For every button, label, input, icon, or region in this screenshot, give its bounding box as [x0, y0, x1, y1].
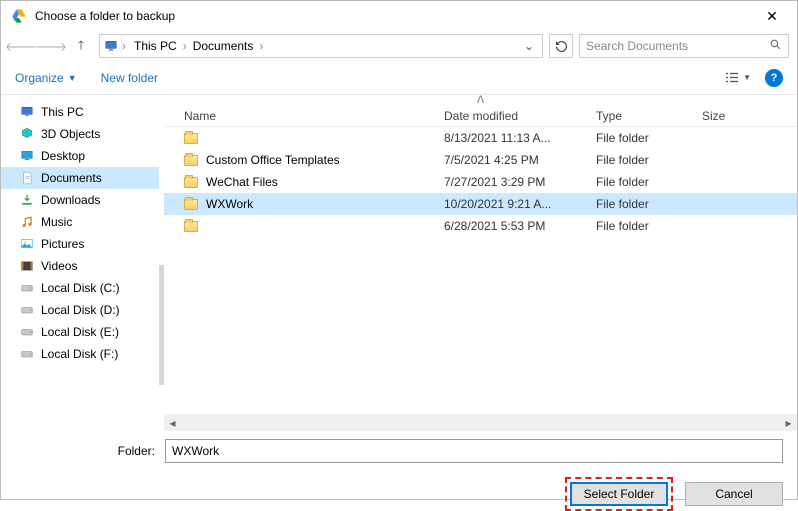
- search-icon: [769, 38, 782, 54]
- window-title: Choose a folder to backup: [35, 9, 757, 23]
- disk-icon: [19, 347, 35, 361]
- up-button[interactable]: 🡑: [69, 34, 93, 58]
- new-folder-button[interactable]: New folder: [101, 71, 158, 85]
- splitter[interactable]: [159, 95, 164, 431]
- view-options-button[interactable]: ▼: [724, 71, 751, 84]
- sidebar-item-local-disk-f-[interactable]: Local Disk (F:): [1, 343, 159, 365]
- file-name: WeChat Files: [206, 175, 278, 189]
- file-name: Custom Office Templates: [206, 153, 340, 167]
- file-row[interactable]: WXWork 10/20/2021 9:21 A...File folder: [164, 193, 797, 215]
- column-date[interactable]: Date modified: [444, 109, 596, 123]
- file-date: 7/5/2021 4:25 PM: [444, 153, 596, 167]
- address-bar[interactable]: › This PC › Documents › ⌄: [99, 34, 543, 58]
- sidebar-item-3d-objects[interactable]: 3D Objects: [1, 123, 159, 145]
- toolbar: Organize ▼ New folder ▼ ?: [1, 61, 797, 95]
- search-placeholder: Search Documents: [586, 39, 688, 53]
- file-list: ᐱ Name Date modified Type Size 8/13/2021…: [164, 95, 797, 431]
- navigation-bar: 🡐 🡒 🡑 › This PC › Documents › ⌄ Search D…: [1, 31, 797, 61]
- back-button[interactable]: 🡐: [9, 34, 33, 58]
- column-size[interactable]: Size: [702, 109, 772, 123]
- titlebar: Choose a folder to backup ✕: [1, 1, 797, 31]
- scroll-left-icon[interactable]: ◂: [164, 414, 181, 431]
- pc-icon: [19, 105, 35, 119]
- forward-button[interactable]: 🡒: [39, 34, 63, 58]
- folder-label: Folder:: [15, 444, 155, 458]
- folder-icon: [184, 177, 198, 188]
- main-body: This PC3D ObjectsDesktopDocumentsDownloa…: [1, 95, 797, 431]
- chevron-right-icon: ›: [183, 39, 187, 53]
- sort-indicator-icon: ᐱ: [164, 95, 797, 105]
- sidebar-item-local-disk-e-[interactable]: Local Disk (E:): [1, 321, 159, 343]
- sidebar-item-downloads[interactable]: Downloads: [1, 189, 159, 211]
- desktop-icon: [19, 149, 35, 163]
- column-name[interactable]: Name: [164, 109, 444, 123]
- highlight-annotation: Select Folder: [565, 477, 673, 511]
- horizontal-scrollbar[interactable]: ◂ ▸: [164, 414, 797, 431]
- pc-icon: [100, 35, 122, 57]
- sidebar-item-music[interactable]: Music: [1, 211, 159, 233]
- file-date: 8/13/2021 11:13 A...: [444, 131, 596, 145]
- footer: Folder: Select Folder Cancel: [1, 431, 797, 511]
- sidebar-item-local-disk-d-[interactable]: Local Disk (D:): [1, 299, 159, 321]
- sidebar-item-pictures[interactable]: Pictures: [1, 233, 159, 255]
- file-row[interactable]: WeChat Files 7/27/2021 3:29 PMFile folder: [164, 171, 797, 193]
- file-date: 6/28/2021 5:53 PM: [444, 219, 596, 233]
- column-type[interactable]: Type: [596, 109, 702, 123]
- file-type: File folder: [596, 153, 702, 167]
- disk-icon: [19, 281, 35, 295]
- breadcrumb-this-pc[interactable]: This PC: [130, 39, 181, 53]
- chevron-right-icon: ›: [259, 39, 263, 53]
- downloads-icon: [19, 193, 35, 207]
- file-type: File folder: [596, 219, 702, 233]
- sidebar-item-desktop[interactable]: Desktop: [1, 145, 159, 167]
- disk-icon: [19, 303, 35, 317]
- folder-icon: [184, 155, 198, 166]
- videos-icon: [19, 259, 35, 273]
- file-type: File folder: [596, 131, 702, 145]
- dropdown-caret-icon: ▼: [68, 73, 77, 83]
- music-icon: [19, 215, 35, 229]
- folder-icon: [184, 221, 198, 232]
- address-dropdown[interactable]: ⌄: [516, 39, 542, 53]
- file-type: File folder: [596, 175, 702, 189]
- file-date: 7/27/2021 3:29 PM: [444, 175, 596, 189]
- folder-name-input[interactable]: [165, 439, 783, 463]
- file-row[interactable]: Custom Office Templates 7/5/2021 4:25 PMF…: [164, 149, 797, 171]
- close-button[interactable]: ✕: [757, 8, 787, 25]
- column-headers: Name Date modified Type Size: [164, 105, 797, 127]
- folder-icon: [184, 199, 198, 210]
- help-button[interactable]: ?: [765, 69, 783, 87]
- file-type: File folder: [596, 197, 702, 211]
- sidebar-item-this-pc[interactable]: This PC: [1, 101, 159, 123]
- folder-icon: [184, 133, 198, 144]
- search-input[interactable]: Search Documents: [579, 34, 789, 58]
- scroll-right-icon[interactable]: ▸: [780, 414, 797, 431]
- google-drive-icon: [11, 8, 27, 24]
- file-name: WXWork: [206, 197, 253, 211]
- sidebar-item-local-disk-c-[interactable]: Local Disk (C:): [1, 277, 159, 299]
- file-row[interactable]: 6/28/2021 5:53 PMFile folder: [164, 215, 797, 237]
- sidebar: This PC3D ObjectsDesktopDocumentsDownloa…: [1, 95, 159, 431]
- pictures-icon: [19, 237, 35, 251]
- cancel-button[interactable]: Cancel: [685, 482, 783, 506]
- sidebar-item-documents[interactable]: Documents: [1, 167, 159, 189]
- documents-icon: [19, 171, 35, 185]
- sidebar-item-videos[interactable]: Videos: [1, 255, 159, 277]
- breadcrumb-documents[interactable]: Documents: [189, 39, 258, 53]
- file-date: 10/20/2021 9:21 A...: [444, 197, 596, 211]
- disk-icon: [19, 325, 35, 339]
- refresh-button[interactable]: [549, 34, 573, 58]
- organize-button[interactable]: Organize ▼: [15, 71, 77, 85]
- file-row[interactable]: 8/13/2021 11:13 A...File folder: [164, 127, 797, 149]
- 3d-icon: [19, 127, 35, 141]
- select-folder-button[interactable]: Select Folder: [570, 482, 668, 506]
